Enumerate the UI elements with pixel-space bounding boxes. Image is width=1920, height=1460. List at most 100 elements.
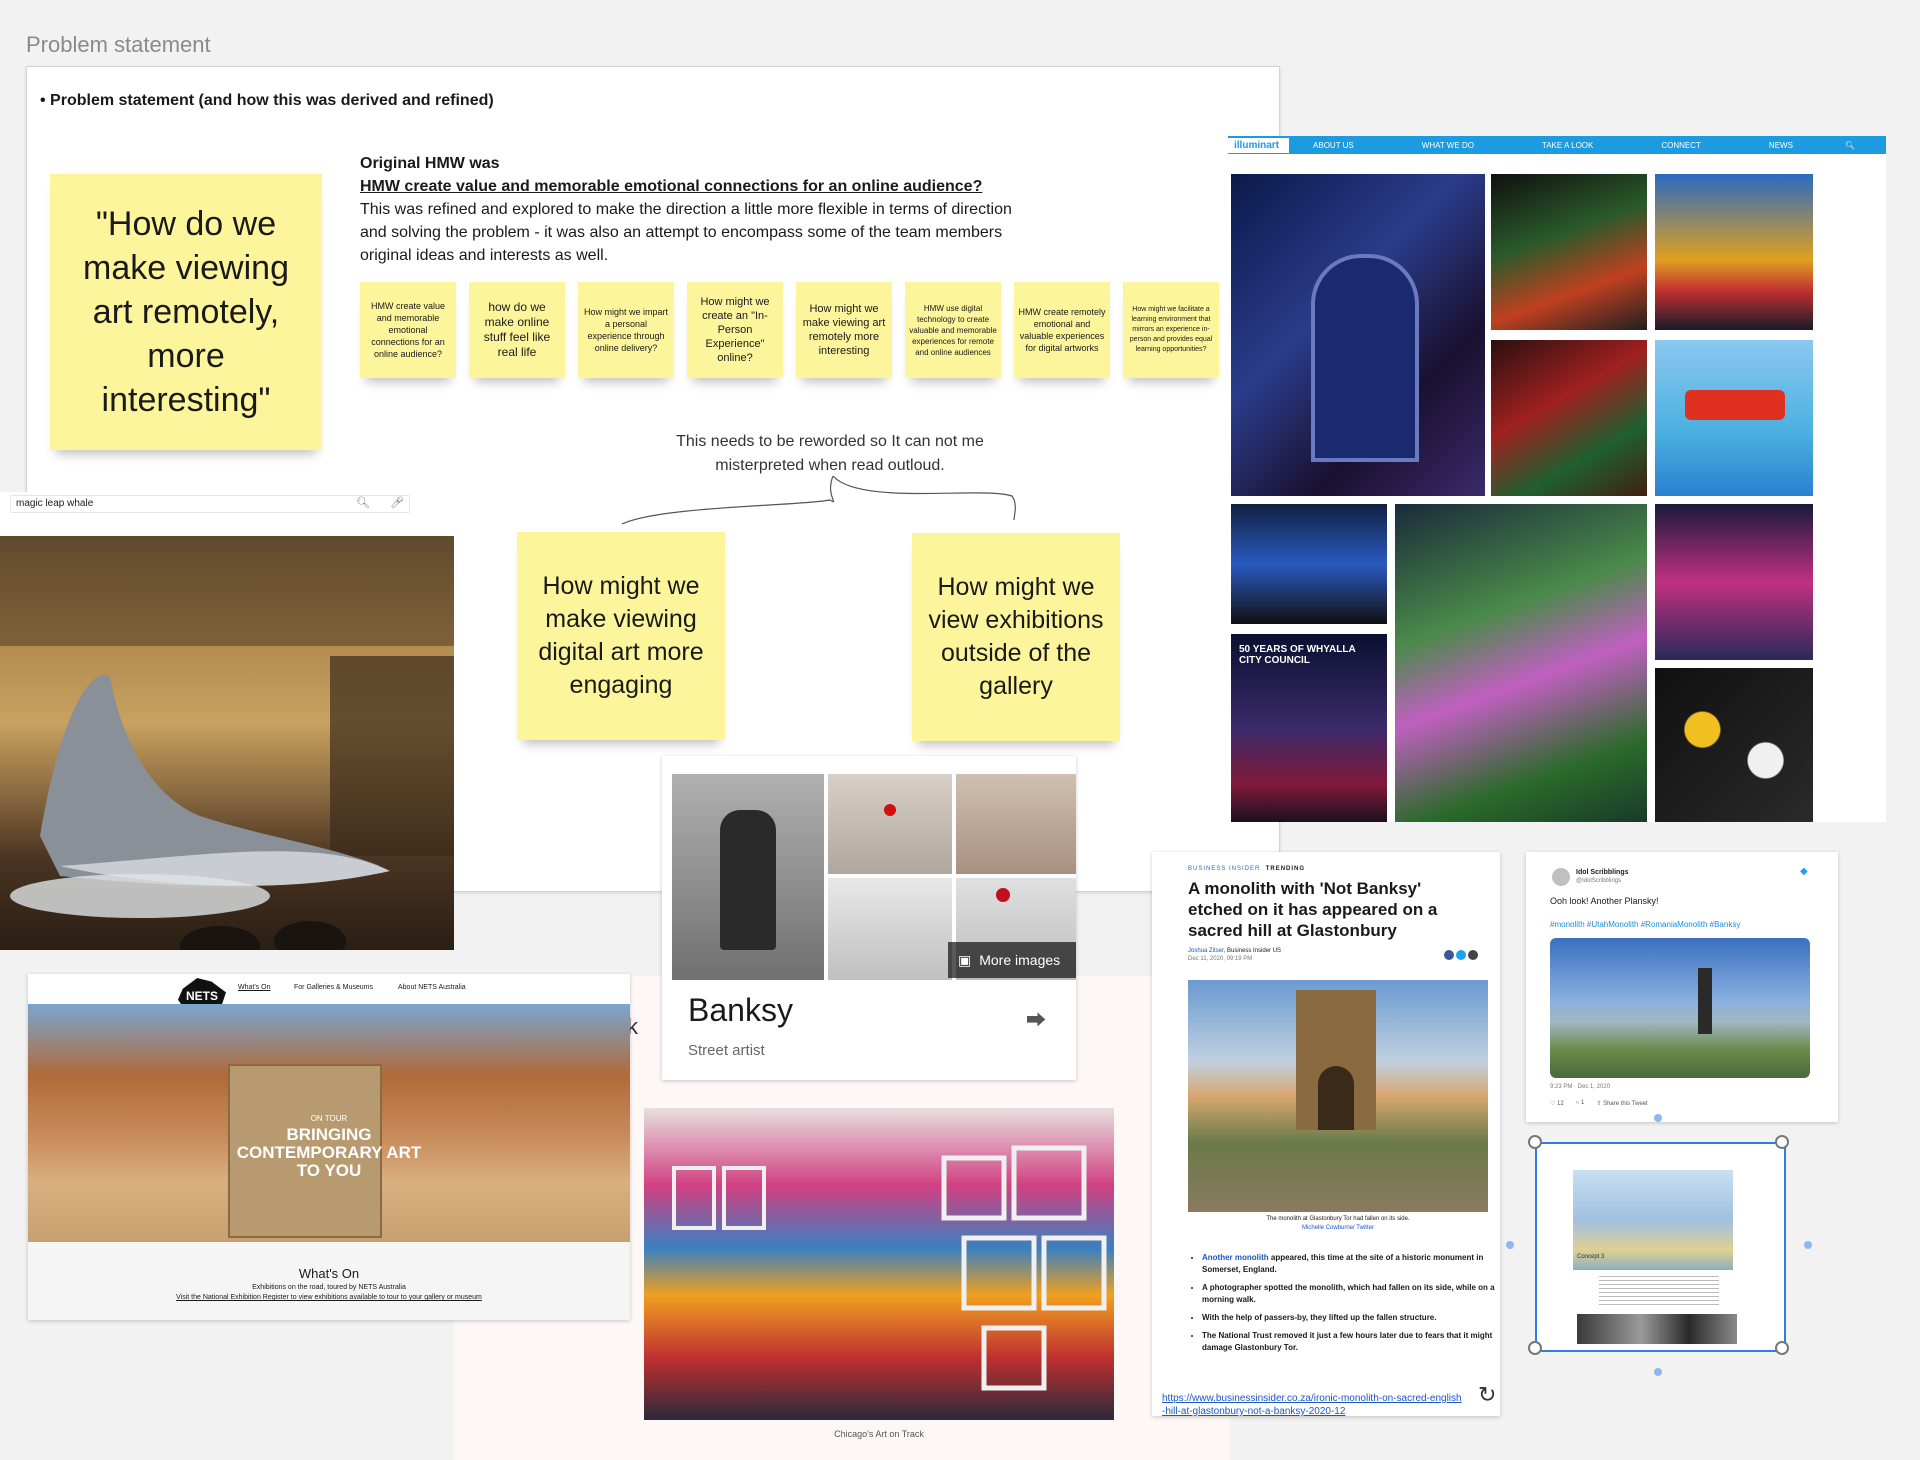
tweet-name: Idol Scribblings bbox=[1576, 869, 1629, 876]
search-icon[interactable]: 🔍︎ bbox=[356, 496, 370, 509]
figure-shape bbox=[720, 810, 776, 950]
resize-handle[interactable] bbox=[1775, 1135, 1789, 1149]
bi-tower-image[interactable] bbox=[1188, 980, 1488, 1212]
banksy-image-balloon[interactable] bbox=[828, 774, 952, 874]
small-sticky[interactable]: HMW create value and memorable emotional… bbox=[360, 282, 456, 378]
connection-point[interactable] bbox=[1654, 1114, 1662, 1122]
bi-author[interactable]: Joshua Zitser bbox=[1188, 948, 1224, 954]
tweet-text: Ooh look! Another Plansky! bbox=[1550, 896, 1659, 906]
facebook-icon[interactable] bbox=[1444, 950, 1454, 960]
rotate-icon[interactable]: ↻ bbox=[1478, 1382, 1496, 1408]
sticky-note-main-text: "How do we make viewing art remotely, mo… bbox=[83, 205, 289, 419]
bi-url-link[interactable]: https://www.businessinsider.co.za/ironic… bbox=[1162, 1392, 1462, 1418]
gallery-tile[interactable] bbox=[1491, 174, 1647, 330]
share-tweet-button[interactable]: ⇧ Share this Tweet bbox=[1596, 1100, 1647, 1107]
connection-point[interactable] bbox=[1654, 1368, 1662, 1376]
search-input[interactable]: magic leap whale bbox=[10, 495, 410, 513]
tweet-image[interactable] bbox=[1550, 938, 1810, 1078]
small-sticky-text: how do we make online stuff feel like re… bbox=[483, 300, 551, 359]
share-icon[interactable]: ⮕ bbox=[1026, 1004, 1046, 1033]
small-sticky[interactable]: How might we facilitate a learning envir… bbox=[1123, 282, 1219, 378]
concept-title: Concept 3 bbox=[1577, 1254, 1605, 1260]
sticky-note-exhibitions[interactable]: How might we view exhibitions outside of… bbox=[912, 533, 1120, 741]
twitter-icon[interactable] bbox=[1456, 950, 1466, 960]
bi-date: Dec 11, 2020, 09:19 PM bbox=[1188, 956, 1253, 962]
hmw-text-block[interactable]: Original HMW was HMW create value and me… bbox=[360, 152, 1040, 267]
connection-point[interactable] bbox=[1506, 1241, 1514, 1249]
search-icon[interactable]: 🔍︎ bbox=[1845, 141, 1855, 150]
connection-point[interactable] bbox=[1804, 1241, 1812, 1249]
reply-count: 1 bbox=[1581, 1100, 1585, 1106]
whale-gym-image[interactable] bbox=[0, 536, 454, 966]
tweet-hashtags[interactable]: #monolith #UtahMonolith #RomaniaMonolith… bbox=[1550, 920, 1740, 929]
frame-title[interactable]: Problem statement bbox=[26, 32, 211, 58]
gallery-tile[interactable] bbox=[1655, 340, 1813, 496]
banksy-image-wall[interactable] bbox=[828, 878, 952, 980]
small-sticky-text: How might we facilitate a learning envir… bbox=[1129, 306, 1213, 353]
illuminart-logo[interactable]: illuminart bbox=[1228, 137, 1290, 153]
art-on-track-caption: Chicago's Art on Track bbox=[834, 1429, 924, 1439]
tweet-handle: @IdolScribblings bbox=[1576, 878, 1622, 884]
bi-bullet-link[interactable]: Another monolith bbox=[1202, 1253, 1269, 1262]
gallery-tile[interactable] bbox=[1655, 504, 1813, 660]
hmw-original: HMW create value and memorable emotional… bbox=[360, 178, 983, 195]
sticky-note-digital-art[interactable]: How might we make viewing digital art mo… bbox=[517, 532, 725, 740]
resize-handle[interactable] bbox=[1775, 1341, 1789, 1355]
gallery-tile[interactable] bbox=[1655, 668, 1813, 822]
more-images-label: More images bbox=[979, 952, 1061, 968]
more-images-button[interactable]: ▣ More images bbox=[948, 942, 1076, 978]
like-button[interactable]: ♡ 12 bbox=[1550, 1100, 1564, 1107]
small-sticky[interactable]: HMW use digital technology to create val… bbox=[905, 282, 1001, 378]
reword-note[interactable]: This needs to be reworded so It can not … bbox=[640, 430, 1020, 478]
sticky-note-text: How might we view exhibitions outside of… bbox=[928, 573, 1104, 700]
small-sticky[interactable]: How might we create an "In-Person Experi… bbox=[687, 282, 783, 378]
small-sticky[interactable]: HMW create remotely emotional and valuab… bbox=[1014, 282, 1110, 378]
nets-hero-image[interactable] bbox=[28, 1004, 630, 1242]
nav-what-we-do[interactable]: WHAT WE DO bbox=[1422, 141, 1474, 150]
nav-connect[interactable]: CONNECT bbox=[1661, 141, 1701, 150]
nav-news[interactable]: NEWS bbox=[1769, 141, 1793, 150]
banksy-image-hoop[interactable] bbox=[956, 774, 1076, 874]
nets-section-title: What's On bbox=[298, 1266, 360, 1281]
sticky-note-text: How might we make viewing digital art mo… bbox=[538, 572, 704, 699]
small-sticky[interactable]: How might we impart a personal experienc… bbox=[578, 282, 674, 378]
bi-bullet-text: The National Trust removed it just a few… bbox=[1202, 1331, 1493, 1352]
gallery-tile[interactable] bbox=[1231, 174, 1485, 496]
concept-thumbnail-strip[interactable] bbox=[1577, 1314, 1737, 1344]
hero-line: CONTEMPORARY ART bbox=[236, 1143, 422, 1162]
nav-take-a-look[interactable]: TAKE A LOOK bbox=[1542, 141, 1593, 150]
gallery-tile[interactable] bbox=[1395, 504, 1647, 822]
art-on-track-image[interactable] bbox=[644, 1108, 1114, 1420]
illuminart-navbar: illuminart ABOUT US WHAT WE DO TAKE A LO… bbox=[1228, 136, 1886, 154]
twitter-icon[interactable]: ◆ bbox=[1800, 866, 1808, 877]
resize-handle[interactable] bbox=[1528, 1341, 1542, 1355]
microphone-icon[interactable]: 🎤︎ bbox=[390, 496, 404, 509]
monolith-shape bbox=[1698, 968, 1712, 1034]
bi-bullet: A photographer spotted the monolith, whi… bbox=[1202, 1282, 1498, 1306]
gallery-tile[interactable] bbox=[1491, 340, 1647, 496]
small-sticky[interactable]: how do we make online stuff feel like re… bbox=[469, 282, 565, 378]
archway-shape bbox=[1311, 254, 1419, 462]
gallery-tile[interactable]: 50 YEARS OF WHYALLA CITY COUNCIL bbox=[1231, 634, 1387, 822]
email-icon[interactable] bbox=[1468, 950, 1478, 960]
nets-section-link[interactable]: Visit the National Exhibition Register t… bbox=[28, 1294, 630, 1301]
tower-arch-shape bbox=[1318, 1066, 1354, 1130]
reply-button[interactable]: ○ 1 bbox=[1576, 1100, 1585, 1107]
avatar[interactable] bbox=[1552, 868, 1570, 886]
nav-about-us[interactable]: ABOUT US bbox=[1313, 141, 1354, 150]
gallery-tile[interactable] bbox=[1655, 174, 1813, 330]
image-icon: ▣ bbox=[958, 951, 972, 968]
resize-handle[interactable] bbox=[1528, 1135, 1542, 1149]
nets-nav-galleries[interactable]: For Galleries & Museums bbox=[294, 984, 373, 991]
nets-nav-about[interactable]: About NETS Australia bbox=[398, 984, 466, 991]
small-sticky[interactable]: How might we make viewing art remotely m… bbox=[796, 282, 892, 378]
small-sticky-text: HMW create value and memorable emotional… bbox=[370, 301, 446, 359]
small-sticky-text: HMW use digital technology to create val… bbox=[909, 303, 997, 357]
bi-bullet: Another monolith appeared, this time at … bbox=[1202, 1252, 1498, 1276]
gallery-tile[interactable] bbox=[1231, 504, 1387, 624]
banksy-image-main[interactable] bbox=[672, 774, 824, 980]
selected-image-card[interactable]: Concept 3 bbox=[1535, 1142, 1786, 1352]
sticky-note-main[interactable]: "How do we make viewing art remotely, mo… bbox=[50, 174, 322, 450]
nets-nav-whats-on[interactable]: What's On bbox=[238, 984, 270, 991]
bi-brand[interactable]: BUSINESS INSIDER bbox=[1188, 866, 1260, 872]
